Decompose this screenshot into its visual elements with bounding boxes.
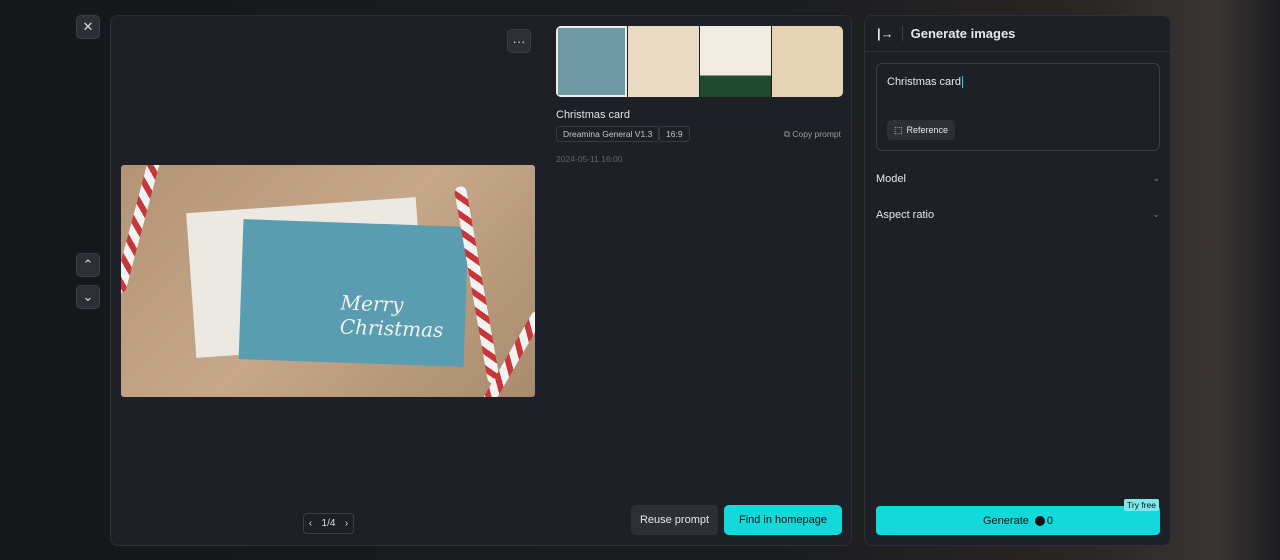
thumbnail-1[interactable] — [556, 26, 627, 97]
panel-title: Generate images — [910, 26, 1016, 41]
chevron-up-icon: ⌃ — [82, 257, 94, 272]
model-tag: Dreamina General V1.3 — [556, 126, 660, 142]
try-free-badge: Try free — [1124, 499, 1159, 511]
close-button[interactable]: ✕ — [76, 15, 100, 39]
thumbnail-4[interactable] — [772, 26, 843, 97]
more-icon: ··· — [512, 33, 526, 49]
generate-panel: |→ Generate images Christmas card ⬚ Refere… — [864, 15, 1171, 546]
main-image[interactable]: Merry Christmas — [121, 165, 535, 397]
page-indicator: 1/4 — [321, 518, 336, 529]
reference-label: Reference — [906, 125, 949, 135]
pagination: ‹ 1/4 › — [303, 513, 354, 534]
generate-button[interactable]: Generate 0 — [876, 506, 1160, 535]
thumbnail-2[interactable] — [628, 26, 699, 97]
find-in-homepage-button[interactable]: Find in homepage — [724, 505, 842, 535]
chevron-down-icon: ⌄ — [82, 289, 94, 304]
card-illustration: Merry Christmas — [238, 219, 469, 367]
card-text: Merry Christmas — [339, 290, 444, 343]
prompt-text[interactable]: Christmas card — [887, 76, 963, 88]
thumbnail-3[interactable] — [700, 26, 771, 97]
copy-prompt-button[interactable]: ⧉ Copy prompt — [784, 129, 841, 140]
aspect-ratio-label: Aspect ratio — [876, 209, 935, 221]
prompt-input[interactable]: Christmas card ⬚ Reference — [876, 63, 1160, 151]
generate-label: Generate — [983, 514, 1029, 527]
aspect-ratio-dropdown[interactable]: Aspect ratio ⌄ — [876, 209, 1160, 221]
credit-icon — [1034, 515, 1045, 526]
candy-cane — [121, 165, 161, 295]
chevron-down-icon: ⌄ — [1152, 173, 1160, 183]
text-cursor — [961, 76, 963, 88]
timestamp: 2024-05-11 16:00 — [556, 154, 623, 164]
prompt-title: Christmas card — [556, 109, 630, 121]
image-viewer: ··· Merry Christmas Christmas card Dream… — [110, 15, 852, 546]
ratio-tag: 16:9 — [659, 126, 690, 142]
reuse-prompt-button[interactable]: Reuse prompt — [631, 505, 718, 535]
next-image-button[interactable]: ⌄ — [76, 285, 100, 309]
prompt-value: Christmas card — [887, 76, 961, 88]
close-icon: ✕ — [82, 19, 94, 34]
more-options-button[interactable]: ··· — [507, 29, 531, 53]
previous-image-button[interactable]: ⌃ — [76, 253, 100, 277]
chevron-down-icon: ⌄ — [1152, 209, 1160, 219]
next-page-icon[interactable]: › — [345, 518, 348, 529]
copy-prompt-label: Copy prompt — [792, 129, 841, 139]
prev-page-icon[interactable]: ‹ — [309, 518, 312, 529]
reference-button[interactable]: ⬚ Reference — [887, 120, 956, 140]
thumbnail-strip — [556, 26, 843, 97]
collapse-panel-icon[interactable]: |→ — [877, 26, 903, 41]
model-label: Model — [876, 173, 906, 185]
model-dropdown[interactable]: Model ⌄ — [876, 173, 1160, 185]
image-reference-icon: ⬚ — [894, 124, 903, 135]
credit-count: 0 — [1046, 514, 1053, 527]
